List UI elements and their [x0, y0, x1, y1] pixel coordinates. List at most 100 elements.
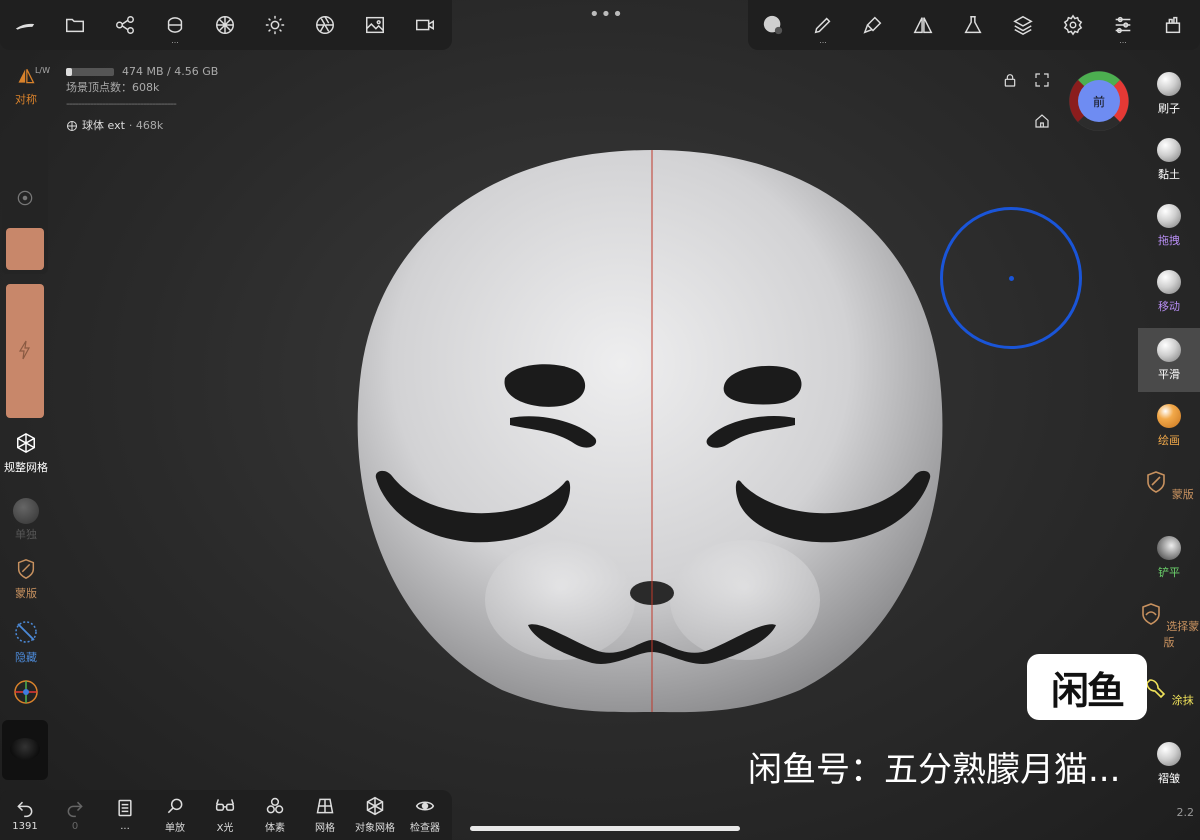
- topology-icon[interactable]: [200, 0, 250, 50]
- tool-drag[interactable]: 拖拽: [1138, 196, 1200, 256]
- view-cube[interactable]: 前: [1066, 68, 1132, 134]
- settings-gear-icon[interactable]: [1048, 0, 1098, 50]
- drag-sphere-icon: [1157, 204, 1181, 228]
- tool-label: 刷子: [1158, 102, 1180, 115]
- sliders-icon[interactable]: ...: [1098, 0, 1148, 50]
- gizmo-tool[interactable]: [0, 678, 52, 709]
- tool-paint[interactable]: 绘画: [1138, 396, 1200, 456]
- folder-icon[interactable]: [50, 0, 100, 50]
- zoom-button[interactable]: 单放: [150, 790, 200, 840]
- undo-button[interactable]: 1391: [0, 790, 50, 840]
- transform-gizmo-icon: [14, 680, 38, 704]
- scene-tree-icon[interactable]: [100, 0, 150, 50]
- grid-button[interactable]: 网格: [300, 790, 350, 840]
- wireframe-label: 对象网格: [355, 823, 395, 834]
- symmetry-toggle[interactable]: L/W 对称: [0, 66, 52, 107]
- remesh-icon: [17, 432, 35, 454]
- home-view-icon[interactable]: [1034, 113, 1050, 129]
- object-info[interactable]: 球体 ext · 468k: [66, 118, 218, 134]
- lock-icon[interactable]: [1002, 72, 1018, 88]
- mask-toggle[interactable]: 蒙版: [0, 558, 52, 601]
- intensity-slider[interactable]: [6, 284, 44, 418]
- flatten-sphere-icon: [1157, 536, 1181, 560]
- hide-label: 隐藏: [15, 651, 37, 664]
- divider: -------------------------------------: [66, 97, 177, 110]
- solo-label: 单独: [15, 528, 37, 541]
- app-logo-icon[interactable]: [0, 0, 50, 50]
- drag-handle[interactable]: •••: [589, 4, 624, 25]
- memory-bar: [66, 68, 114, 76]
- tool-select-mask[interactable]: 选择蒙版: [1138, 594, 1200, 654]
- crease-sphere-icon: [1157, 742, 1181, 766]
- tool-label: 黏土: [1158, 168, 1180, 181]
- image-icon[interactable]: [350, 0, 400, 50]
- more-dots: ...: [171, 36, 179, 45]
- grid-icon: [316, 798, 334, 814]
- watermark-text: 闲鱼号：五分熟朦月猫...: [748, 750, 1121, 790]
- inspector-label: 检查器: [410, 823, 440, 834]
- material-preview[interactable]: [2, 720, 48, 780]
- tool-smudge[interactable]: 涂抹: [1138, 668, 1200, 728]
- tool-move[interactable]: 移动: [1138, 262, 1200, 322]
- color-swatch[interactable]: [6, 228, 44, 270]
- xray-button[interactable]: X光: [200, 790, 250, 840]
- top-toolbar-right: ... ...: [748, 0, 1200, 50]
- inspector-button[interactable]: 检查器: [400, 790, 450, 840]
- tool-smooth[interactable]: 平滑: [1138, 328, 1200, 392]
- tool-label: 移动: [1158, 300, 1180, 313]
- light-icon[interactable]: [250, 0, 300, 50]
- pen-icon[interactable]: ...: [798, 0, 848, 50]
- view-label: 前: [1092, 95, 1105, 109]
- brush-material-icon[interactable]: [748, 0, 798, 50]
- tool-label: 平滑: [1158, 368, 1180, 381]
- grid-label: 网格: [315, 823, 335, 834]
- solo-toggle[interactable]: 单独: [0, 498, 52, 542]
- zoom-label: 单放: [165, 823, 185, 834]
- smudge-icon: [1146, 679, 1166, 699]
- symmetry-icon[interactable]: [898, 0, 948, 50]
- hide-toggle[interactable]: 隐藏: [0, 620, 52, 665]
- brush-sphere-icon: [1157, 72, 1181, 96]
- version-label: 2.2: [1176, 806, 1195, 819]
- add-primitive-icon[interactable]: ...: [150, 0, 200, 50]
- tool-label: 蒙版: [1171, 488, 1194, 501]
- tool-mask[interactable]: 蒙版: [1138, 462, 1200, 522]
- tool-crease[interactable]: 褶皱: [1138, 734, 1200, 794]
- paint-sphere-icon: [1157, 404, 1181, 428]
- symmetry-badge: L/W: [34, 66, 50, 75]
- tool-label: 绘画: [1158, 434, 1180, 447]
- tool-label: 铲平: [1158, 566, 1180, 579]
- redo-button[interactable]: 0: [50, 790, 100, 840]
- tool-clay[interactable]: 黏土: [1138, 130, 1200, 190]
- remesh-button[interactable]: 规整网格: [0, 432, 52, 475]
- tool-label: 拖拽: [1158, 234, 1180, 247]
- video-camera-icon[interactable]: [400, 0, 450, 50]
- clay-sphere-icon: [1157, 138, 1181, 162]
- fullscreen-icon[interactable]: [1034, 72, 1050, 88]
- brush-cursor: [940, 207, 1082, 349]
- home-indicator[interactable]: [470, 826, 740, 831]
- tool-brush[interactable]: 刷子: [1138, 64, 1200, 124]
- more-dots: ...: [819, 36, 827, 45]
- layers-icon[interactable]: [998, 0, 1048, 50]
- redo-count: 0: [71, 821, 79, 832]
- object-icon: [67, 121, 77, 131]
- object-name: 球体 ext: [82, 119, 125, 132]
- symmetry-label: 对称: [15, 93, 37, 106]
- watermark-logo: 闲鱼: [1027, 654, 1147, 720]
- symmetry-icon: [18, 69, 35, 84]
- solo-icon: [13, 498, 39, 524]
- mask-label: 蒙版: [15, 587, 37, 600]
- xray-glasses-icon: [215, 799, 235, 811]
- tool-flatten[interactable]: 铲平: [1138, 528, 1200, 588]
- lightning-icon: [18, 340, 31, 360]
- camera-aperture-icon[interactable]: [300, 0, 350, 50]
- voxel-button[interactable]: 体素: [250, 790, 300, 840]
- shield-icon: [1147, 471, 1166, 493]
- stroke-tool-icon[interactable]: [848, 0, 898, 50]
- history-button[interactable]: ...: [100, 790, 150, 840]
- flask-icon[interactable]: [948, 0, 998, 50]
- wireframe-button[interactable]: 对象网格: [350, 790, 400, 840]
- undo-icon: [17, 801, 33, 818]
- scene-settings-icon[interactable]: [1148, 0, 1198, 50]
